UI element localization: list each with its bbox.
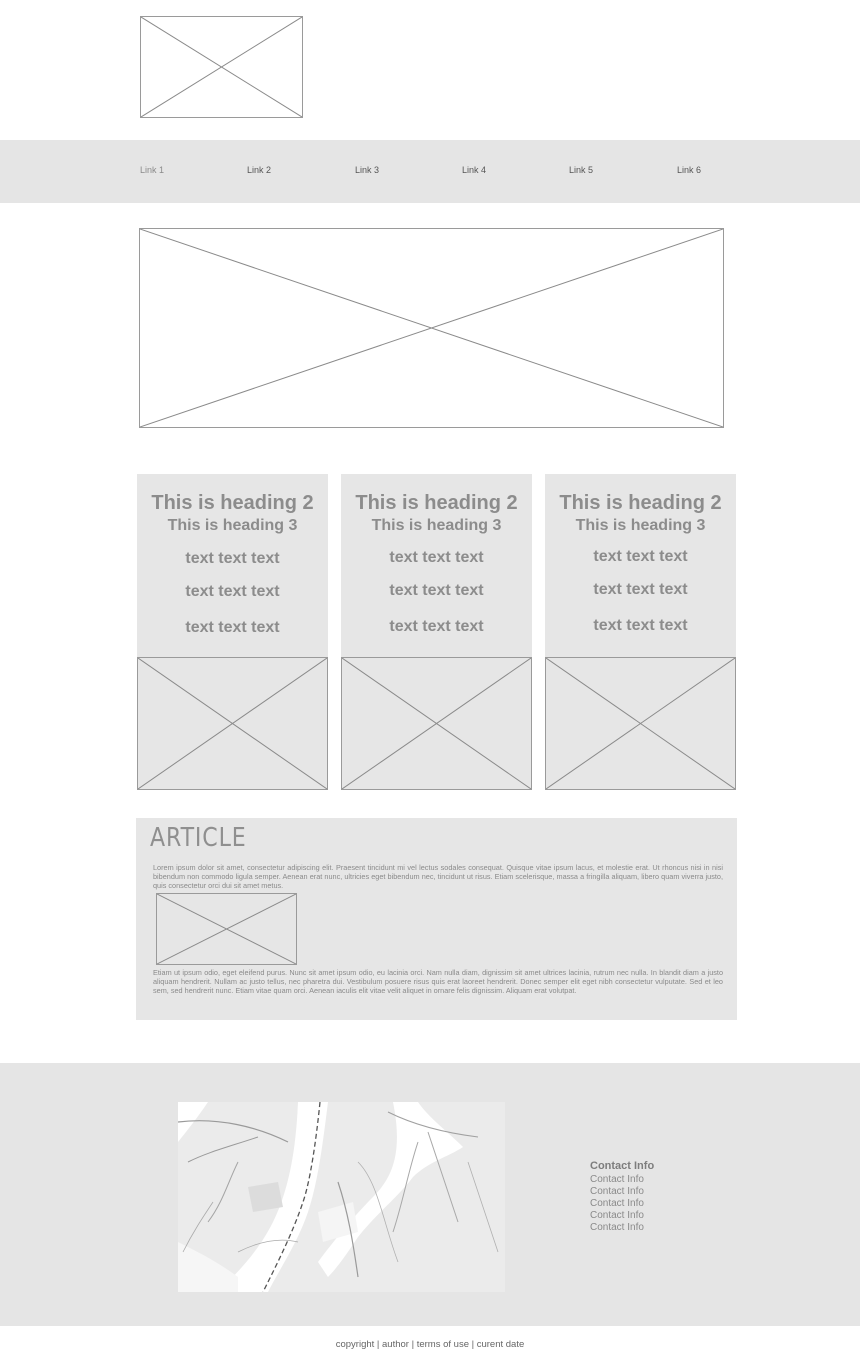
article-title: ARTICLE [150, 823, 247, 853]
main-navigation: Link 1 Link 2 Link 3 Link 4 Link 5 Link … [0, 140, 860, 203]
article-paragraph-1: Lorem ipsum dolor sit amet, consectetur … [153, 863, 723, 891]
card-text-line: text text text [593, 617, 688, 634]
card-text-line: text text text [389, 582, 484, 599]
image-placeholder-icon [141, 17, 302, 117]
nav-link-4[interactable]: Link 4 [462, 165, 486, 175]
image-placeholder-icon [140, 229, 723, 427]
article-paragraph-2: Etiam ut ipsum odio, eget eleifend purus… [153, 968, 723, 996]
card-image-placeholder [341, 657, 532, 790]
card-heading-2: This is heading 2 [355, 492, 518, 514]
card-text-line: text text text [185, 550, 280, 567]
map-graphic [178, 1102, 505, 1292]
image-placeholder-icon [342, 658, 531, 789]
contact-item: Contact Info [590, 1222, 644, 1233]
contact-item: Contact Info [590, 1210, 644, 1221]
feature-card-1: This is heading 2 This is heading 3 text… [137, 474, 328, 790]
card-text-line: text text text [185, 583, 280, 600]
contact-heading: Contact Info [590, 1160, 655, 1172]
contact-item: Contact Info [590, 1174, 644, 1185]
logo-placeholder[interactable] [140, 16, 303, 118]
card-text-line: text text text [389, 618, 484, 635]
map[interactable] [178, 1102, 505, 1292]
card-heading-2: This is heading 2 [559, 492, 722, 514]
nav-link-2[interactable]: Link 2 [247, 165, 271, 175]
contact-item: Contact Info [590, 1186, 644, 1197]
card-image-placeholder [137, 657, 328, 790]
card-text-line: text text text [185, 619, 280, 636]
card-heading-3: This is heading 3 [575, 517, 706, 534]
nav-link-1[interactable]: Link 1 [140, 165, 164, 175]
image-placeholder-icon [546, 658, 735, 789]
feature-card-2: This is heading 2 This is heading 3 text… [341, 474, 532, 790]
contact-item: Contact Info [590, 1198, 644, 1209]
article-section: ARTICLE Lorem ipsum dolor sit amet, cons… [136, 818, 737, 1020]
nav-link-3[interactable]: Link 3 [355, 165, 379, 175]
contact-info: Contact Info Contact Info Contact Info C… [590, 1160, 654, 1234]
hero-image-placeholder [139, 228, 724, 428]
nav-link-6[interactable]: Link 6 [677, 165, 701, 175]
article-image-placeholder [156, 893, 297, 965]
card-heading-3: This is heading 3 [167, 517, 298, 534]
image-placeholder-icon [157, 894, 296, 964]
card-text-line: text text text [389, 549, 484, 566]
card-text-line: text text text [593, 548, 688, 565]
nav-link-5[interactable]: Link 5 [569, 165, 593, 175]
card-image-placeholder [545, 657, 736, 790]
feature-card-3: This is heading 2 This is heading 3 text… [545, 474, 736, 790]
card-heading-2: This is heading 2 [151, 492, 314, 514]
copyright-line: copyright | author | terms of use | cure… [335, 1339, 525, 1350]
card-heading-3: This is heading 3 [371, 517, 502, 534]
card-text-line: text text text [593, 581, 688, 598]
image-placeholder-icon [138, 658, 327, 789]
